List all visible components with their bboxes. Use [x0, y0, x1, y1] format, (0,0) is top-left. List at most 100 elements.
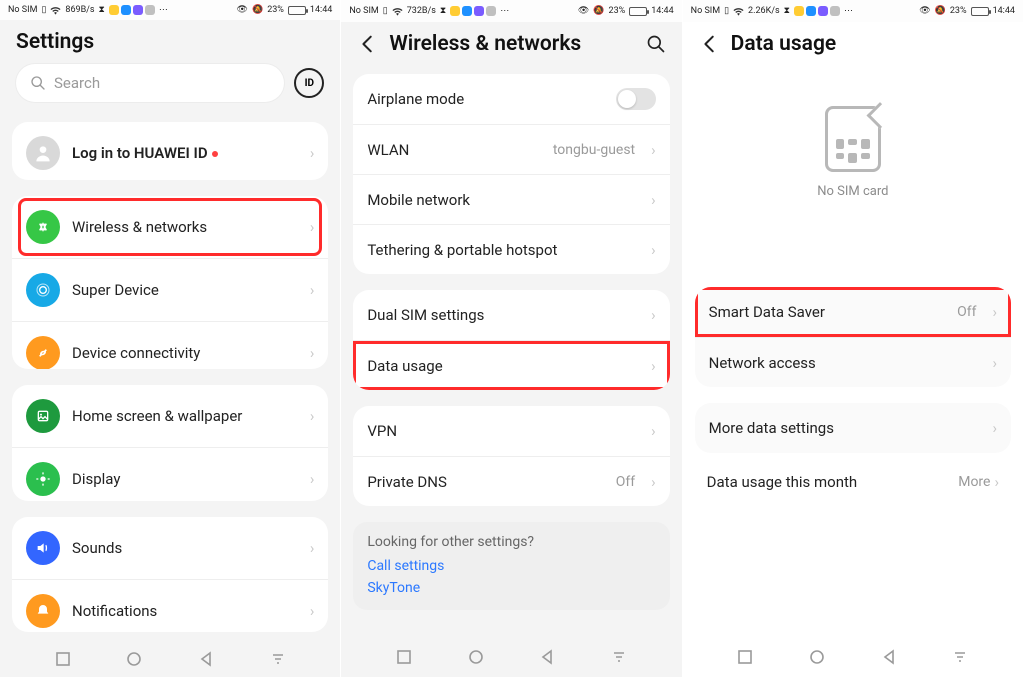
- sounds-row[interactable]: Sounds ›: [12, 517, 328, 579]
- nav-home-icon[interactable]: [467, 648, 485, 666]
- private-dns-row[interactable]: Private DNS Off ›: [353, 456, 669, 506]
- net-rate: 869B/s: [65, 5, 94, 15]
- search-icon: [30, 75, 46, 91]
- device-connectivity-row[interactable]: Device connectivity ›: [12, 321, 328, 370]
- nav-recent-icon[interactable]: [395, 648, 413, 666]
- notifications-icon: [26, 594, 60, 628]
- footer-more: More: [958, 474, 990, 490]
- search-placeholder: Search: [54, 74, 100, 92]
- network-access-row[interactable]: Network access ›: [695, 337, 1011, 387]
- page-title: Settings: [16, 30, 94, 54]
- vpn-row[interactable]: VPN ›: [353, 406, 669, 456]
- chevron-right-icon: ›: [310, 218, 315, 236]
- chevron-right-icon: ›: [994, 473, 999, 491]
- tethering-row[interactable]: Tethering & portable hotspot ›: [353, 224, 669, 274]
- smart-saver-value: Off: [957, 304, 976, 320]
- no-sim-text: No SIM card: [817, 184, 888, 199]
- search-button[interactable]: [646, 34, 666, 54]
- wireless-networks-row[interactable]: Wireless & networks ›: [12, 196, 328, 258]
- data-usage-month-row[interactable]: Data usage this month More ›: [683, 461, 1023, 503]
- nav-menu-icon[interactable]: [269, 650, 287, 668]
- login-row[interactable]: Log in to HUAWEI ID ›: [12, 122, 328, 179]
- display-icon: [26, 462, 60, 496]
- avatar-icon: [26, 136, 60, 170]
- home-screen-label: Home screen & wallpaper: [72, 407, 298, 425]
- wlan-label: WLAN: [367, 141, 541, 159]
- super-device-row[interactable]: Super Device ›: [12, 258, 328, 321]
- wireless-icon: [26, 210, 60, 244]
- home-screen-row[interactable]: Home screen & wallpaper ›: [12, 385, 328, 447]
- airplane-toggle[interactable]: [616, 88, 656, 110]
- more-data-settings-row[interactable]: More data settings ›: [695, 403, 1011, 453]
- display-row[interactable]: Display ›: [12, 447, 328, 500]
- private-dns-label: Private DNS: [367, 473, 603, 491]
- hint-link-skytone[interactable]: SkyTone: [367, 580, 655, 596]
- sim-icon: ▯: [41, 5, 46, 15]
- chevron-right-icon: ›: [651, 191, 656, 209]
- nav-bar: [683, 637, 1023, 677]
- smart-data-saver-row[interactable]: Smart Data Saver Off ›: [695, 287, 1011, 337]
- chevron-right-icon: ›: [651, 141, 656, 159]
- airplane-mode-row[interactable]: Airplane mode: [353, 74, 669, 124]
- battery-icon: [971, 7, 989, 16]
- wlan-value: tongbu-guest: [553, 142, 635, 158]
- sim-icon: ▯: [724, 6, 729, 16]
- display-label: Display: [72, 470, 298, 488]
- chevron-right-icon: ›: [992, 419, 997, 437]
- back-button[interactable]: [699, 33, 721, 55]
- hint-card: Looking for other settings? Call setting…: [353, 522, 669, 610]
- login-label: Log in to HUAWEI ID: [72, 144, 298, 162]
- battery-icon: [629, 7, 647, 16]
- header: Settings: [0, 20, 340, 64]
- back-button[interactable]: [357, 33, 379, 55]
- connectivity-icon: [26, 336, 60, 370]
- wlan-row[interactable]: WLAN tongbu-guest ›: [353, 124, 669, 174]
- nav-menu-icon[interactable]: [610, 648, 628, 666]
- nav-home-icon[interactable]: [125, 650, 143, 668]
- chevron-right-icon: ›: [651, 306, 656, 324]
- net-rate: 732B/s: [407, 6, 436, 16]
- status-bar: No SIM ▯ 2.26K/s ⧗ ⋯ 👁 🔕 23% 14:44: [683, 0, 1023, 22]
- mobile-net-label: Mobile network: [367, 191, 639, 209]
- nav-menu-icon[interactable]: [951, 648, 969, 666]
- data-usage-row[interactable]: Data usage ›: [353, 340, 669, 390]
- profile-ring-icon[interactable]: ID: [294, 68, 324, 98]
- nav-back-icon[interactable]: [880, 648, 898, 666]
- airplane-label: Airplane mode: [367, 90, 603, 108]
- bell-off-icon: 🔕: [593, 6, 604, 16]
- hourglass-icon: ⧗: [99, 5, 105, 15]
- nav-recent-icon[interactable]: [54, 650, 72, 668]
- hint-link-call[interactable]: Call settings: [367, 558, 655, 574]
- vpn-label: VPN: [367, 422, 639, 440]
- hourglass-icon: ⧗: [784, 6, 790, 16]
- status-app-icons: [109, 5, 155, 15]
- sim-icon: ▯: [383, 6, 388, 16]
- chevron-right-icon: ›: [310, 407, 315, 425]
- super-device-icon: [26, 273, 60, 307]
- footer-label: Data usage this month: [707, 473, 858, 491]
- notifications-label: Notifications: [72, 602, 298, 620]
- screen-wireless: No SIM ▯ 732B/s ⧗ ⋯ 👁 🔕 23% 14:44 Wirele…: [341, 0, 682, 677]
- bell-off-icon: 🔕: [935, 6, 946, 16]
- mobile-network-row[interactable]: Mobile network ›: [353, 174, 669, 224]
- wifi-icon: [733, 7, 744, 16]
- search-input[interactable]: Search: [16, 64, 284, 102]
- nav-recent-icon[interactable]: [736, 648, 754, 666]
- clock: 14:44: [651, 6, 673, 16]
- battery-icon: [288, 6, 306, 15]
- notifications-row[interactable]: Notifications ›: [12, 579, 328, 632]
- super-device-label: Super Device: [72, 281, 298, 299]
- wireless-label: Wireless & networks: [72, 218, 298, 236]
- no-sim-label: No SIM: [349, 6, 378, 16]
- dual-sim-row[interactable]: Dual SIM settings ›: [353, 290, 669, 340]
- sounds-label: Sounds: [72, 539, 298, 557]
- more-dots: ⋯: [159, 5, 168, 15]
- nav-home-icon[interactable]: [808, 648, 826, 666]
- chevron-right-icon: ›: [651, 357, 656, 375]
- more-settings-label: More data settings: [709, 419, 981, 437]
- nav-back-icon[interactable]: [538, 648, 556, 666]
- nav-back-icon[interactable]: [197, 650, 215, 668]
- chevron-right-icon: ›: [310, 281, 315, 299]
- hourglass-icon: ⧗: [440, 6, 446, 16]
- sounds-icon: [26, 531, 60, 565]
